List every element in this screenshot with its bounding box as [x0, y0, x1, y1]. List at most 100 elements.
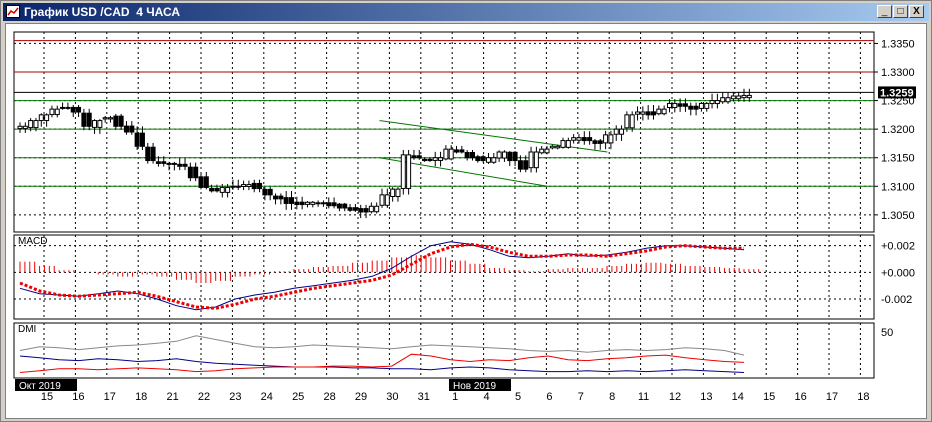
dmi-title: DMI [18, 324, 36, 335]
candle-body [400, 154, 406, 189]
candle-body [86, 112, 92, 127]
candle-body [603, 134, 609, 144]
candle-body [422, 158, 428, 162]
window-title: График USD /CAD 4 ЧАСА [24, 5, 181, 19]
candle-body [150, 146, 156, 162]
candle-body [161, 161, 167, 164]
price-tick-label: 1.3050 [881, 210, 915, 222]
candle-body [38, 114, 44, 122]
candle-body [257, 182, 263, 190]
chart-area[interactable]: 1.3350 1.3300 1.3250 1.3200 1.3150 1.3100 1.30… [5, 23, 927, 419]
x-tick-label: 31 [418, 391, 430, 403]
x-tick-label: 11 [638, 391, 649, 403]
candle-body [725, 97, 731, 103]
candle-body [230, 185, 236, 188]
candle-body [352, 207, 358, 211]
candle-body [145, 146, 151, 162]
x-tick-label: 15 [41, 391, 53, 403]
title-bar[interactable]: График USD /CAD 4 ЧАСА _ □ X [3, 3, 929, 21]
candle-body [49, 108, 55, 116]
candle-body [28, 120, 34, 129]
candle-body [613, 128, 619, 135]
candle-body [241, 184, 247, 187]
chart-canvas[interactable]: 1.33501.33001.32501.32001.31501.31001.30… [6, 24, 926, 418]
candle-body [688, 105, 694, 110]
candle-body [464, 151, 470, 159]
candle-body [336, 203, 342, 209]
candle-body [358, 208, 364, 213]
candle-body [406, 154, 412, 189]
x-tick-label: 29 [355, 391, 367, 403]
candle-body [129, 125, 135, 133]
price-tick-label: 1.3350 [881, 38, 915, 50]
candle-body [113, 115, 119, 127]
candle-body [720, 97, 726, 103]
candle-body [608, 134, 614, 144]
candle-body [198, 176, 204, 188]
candle-body [432, 157, 438, 161]
x-tick-label: 6 [546, 391, 552, 403]
x-tick-label: 17 [104, 391, 116, 403]
candle-body [640, 111, 646, 115]
candle-body [576, 137, 582, 141]
candle-body [304, 201, 310, 205]
candle-body [693, 105, 699, 110]
candle-body [390, 188, 396, 197]
x-tick-label: 21 [166, 391, 178, 403]
candle-body [363, 208, 369, 213]
candle-body [60, 106, 66, 109]
candle-body [155, 161, 161, 164]
candle-body [235, 185, 241, 188]
candle-body [544, 148, 550, 154]
x-tick-label: 22 [198, 391, 210, 403]
price-tick-label: 1.3300 [881, 67, 915, 79]
x-tick-label: 7 [578, 391, 584, 403]
minimize-button[interactable]: _ [877, 5, 892, 18]
candle-body [182, 163, 188, 167]
candle-body [704, 102, 710, 109]
candle-body [203, 176, 209, 188]
maximize-button[interactable]: □ [893, 5, 908, 18]
candle-body [698, 102, 704, 109]
x-tick-label: 15 [763, 391, 775, 403]
close-button[interactable]: X [909, 5, 924, 18]
candle-body [326, 202, 332, 207]
candle-body [54, 108, 60, 116]
candle-body [475, 156, 481, 162]
candle-body [395, 188, 401, 197]
price-tick-label: 1.3100 [881, 181, 915, 193]
candle-body [528, 151, 534, 169]
macd-tick-label: -0.002 [881, 294, 912, 306]
candle-body [219, 186, 225, 193]
candle-body [661, 108, 667, 115]
chart-window: График USD /CAD 4 ЧАСА _ □ X 1.3350 1.330… [0, 0, 932, 422]
candle-body [709, 100, 715, 105]
candle-body [320, 202, 326, 205]
x-tick-label: 24 [261, 391, 273, 403]
candle-body [555, 145, 561, 149]
x-tick-label: 12 [669, 391, 681, 403]
candle-body [97, 120, 103, 128]
candle-body [549, 145, 555, 149]
candle-body [677, 103, 683, 107]
macd-title: MACD [18, 236, 47, 247]
candle-body [523, 160, 529, 170]
period-label-oct: Окт 2019 [19, 381, 61, 392]
period-label-nov: Нов 2019 [453, 381, 497, 392]
macd-tick-label: +0.000 [881, 267, 915, 279]
candle-body [624, 114, 630, 129]
x-tick-label: 4 [484, 391, 490, 403]
x-tick-label: 18 [135, 391, 147, 403]
candle-body [331, 202, 337, 207]
x-tick-label: 1 [452, 391, 458, 403]
candle-body [65, 106, 71, 109]
candle-body [485, 157, 491, 163]
candle-body [17, 125, 23, 130]
x-tick-label: 30 [386, 391, 398, 403]
candle-body [592, 140, 598, 144]
candle-body [411, 155, 417, 159]
candle-body [645, 111, 651, 116]
candle-body [283, 197, 289, 204]
candle-body [512, 151, 518, 162]
candle-body [294, 201, 300, 206]
